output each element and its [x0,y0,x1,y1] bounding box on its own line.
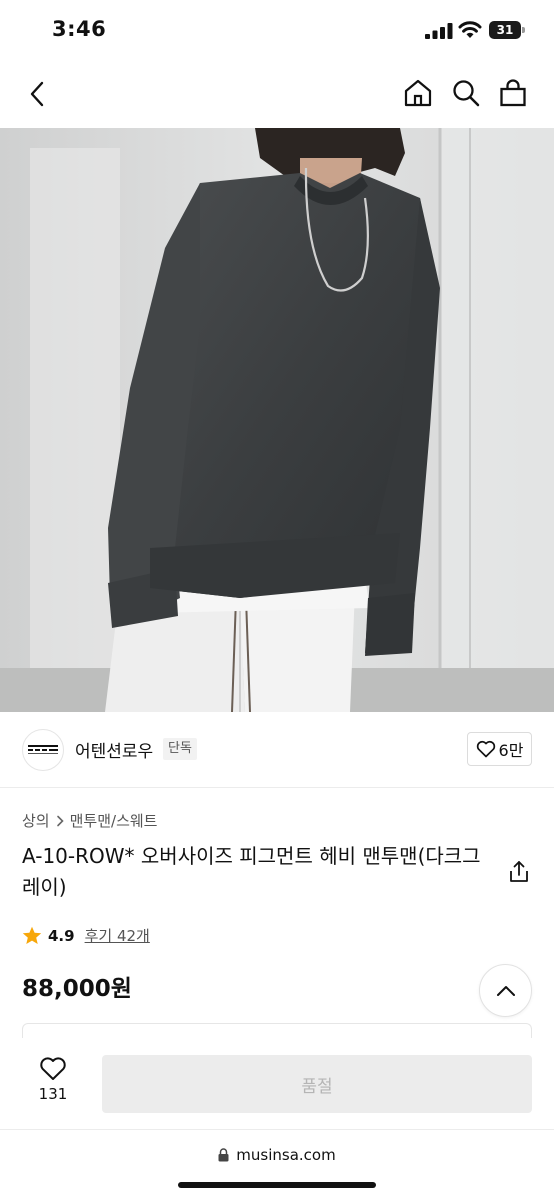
soldout-button[interactable]: 품절 [102,1055,532,1113]
product-image[interactable] [0,128,554,712]
brand-row: 어텐션로우 단독 6만 [0,712,554,788]
signal-icon [425,23,453,39]
rating-value: 4.9 [48,926,75,945]
chevron-right-icon [56,815,64,826]
chevron-up-icon [496,985,515,996]
status-time: 3:46 [52,17,107,41]
breadcrumb-category[interactable]: 상의 [22,810,50,831]
url-text: musinsa.com [236,1146,336,1164]
exclusive-badge: 단독 [163,738,197,760]
breadcrumb: 상의 맨투맨/스웨트 [22,810,157,831]
back-button[interactable] [20,76,56,112]
heart-icon [476,740,495,758]
product-like-count: 131 [38,1085,68,1103]
brand-logo-mark [28,745,58,754]
share-icon [510,861,528,882]
home-indicator [178,1182,376,1188]
chevron-left-icon [30,81,44,107]
product-price: 88,000원 [22,976,132,1002]
brand-like-button[interactable]: 6만 [467,732,532,766]
brand-like-count: 6만 [498,741,524,760]
home-icon [404,79,432,107]
bottom-action-bar: 131 품절 [0,1038,554,1130]
search-icon [453,80,480,107]
rating-row: 4.9 후기 42개 [22,925,150,946]
star-icon [22,926,42,944]
battery-icon: 31 [489,21,525,39]
collapse-button[interactable] [479,964,532,1017]
product-title: A-10-ROW* 오버사이즈 피그먼트 헤비 맨투맨(다크그레이) [22,844,481,899]
share-button[interactable] [506,859,532,885]
heart-icon [40,1057,66,1080]
brand-name[interactable]: 어텐션로우 [75,737,153,762]
brand-logo[interactable] [22,729,64,771]
shopping-bag-icon [500,79,526,107]
wifi-icon [458,21,482,38]
url-display[interactable]: musinsa.com [0,1146,554,1164]
search-button[interactable] [447,74,485,112]
review-count-link[interactable]: 후기 42개 [85,925,150,946]
browser-url-bar: musinsa.com [0,1130,554,1200]
home-button[interactable] [399,74,437,112]
top-nav-bar [0,60,554,128]
cart-button[interactable] [494,74,532,112]
lock-icon [218,1148,229,1162]
status-bar: 3:46 31 [0,0,554,60]
product-like-button[interactable]: 131 [22,1056,84,1112]
product-photo [0,128,554,712]
breadcrumb-subcategory[interactable]: 맨투맨/스웨트 [70,810,158,831]
battery-level: 31 [489,21,521,39]
